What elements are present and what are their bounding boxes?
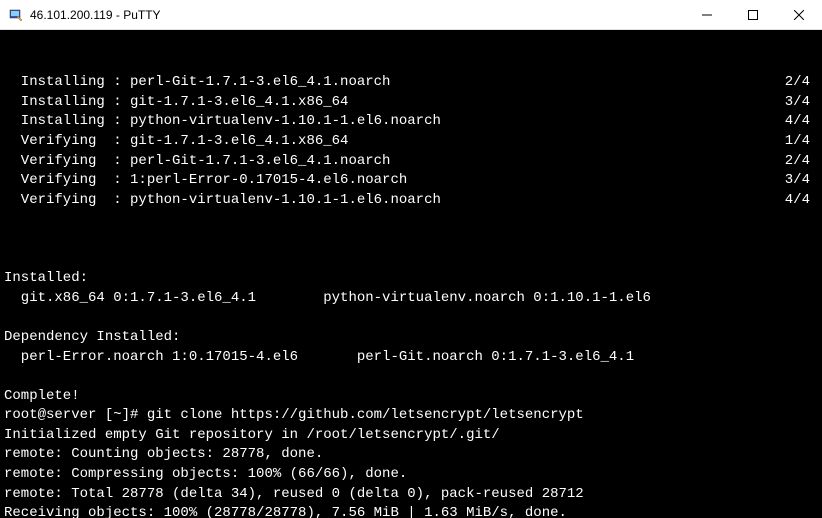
terminal-line: remote: Total 28778 (delta 34), reused 0… [4, 485, 818, 505]
maximize-button[interactable] [730, 0, 776, 29]
terminal-progress: 2/4 [785, 152, 818, 172]
terminal-line: Verifying : perl-Git-1.7.1-3.el6_4.1.noa… [4, 152, 818, 172]
terminal-progress: 1/4 [785, 132, 818, 152]
terminal-text: Verifying : git-1.7.1-3.el6_4.1.x86_64 [4, 132, 348, 152]
terminal-line [4, 250, 818, 270]
terminal-line: git.x86_64 0:1.7.1-3.el6_4.1 python-virt… [4, 289, 818, 309]
terminal-line: Verifying : 1:perl-Error-0.17015-4.el6.n… [4, 171, 818, 191]
terminal-progress: 4/4 [785, 112, 818, 132]
terminal-line: Verifying : python-virtualenv-1.10.1-1.e… [4, 191, 818, 211]
terminal-line: Receiving objects: 100% (28778/28778), 7… [4, 504, 818, 518]
terminal-text: Installing : git-1.7.1-3.el6_4.1.x86_64 [4, 93, 348, 113]
terminal-line: Dependency Installed: [4, 328, 818, 348]
terminal-line: Complete! [4, 387, 818, 407]
terminal-line: Verifying : git-1.7.1-3.el6_4.1.x86_64 1/… [4, 132, 818, 152]
terminal-progress: 3/4 [785, 93, 818, 113]
titlebar: 46.101.200.119 - PuTTY [0, 0, 822, 30]
terminal-progress: 2/4 [785, 73, 818, 93]
terminal-line: Installed: [4, 269, 818, 289]
terminal-progress: 3/4 [785, 171, 818, 191]
terminal-text: Verifying : perl-Git-1.7.1-3.el6_4.1.noa… [4, 152, 390, 172]
window-controls [684, 0, 822, 29]
terminal-line: Initialized empty Git repository in /roo… [4, 426, 818, 446]
terminal-text: Verifying : python-virtualenv-1.10.1-1.e… [4, 191, 441, 211]
terminal-line: Installing : git-1.7.1-3.el6_4.1.x86_64 3… [4, 93, 818, 113]
close-button[interactable] [776, 0, 822, 29]
terminal[interactable]: Installing : perl-Git-1.7.1-3.el6_4.1.no… [0, 30, 822, 518]
minimize-button[interactable] [684, 0, 730, 29]
terminal-line: perl-Error.noarch 1:0.17015-4.el6 perl-G… [4, 348, 818, 368]
terminal-line: root@server [~]# git clone https://githu… [4, 406, 818, 426]
terminal-line: remote: Counting objects: 28778, done. [4, 445, 818, 465]
terminal-text: Installing : python-virtualenv-1.10.1-1.… [4, 112, 441, 132]
terminal-line [4, 308, 818, 328]
terminal-progress: 4/4 [785, 191, 818, 211]
terminal-line [4, 367, 818, 387]
terminal-line: Installing : python-virtualenv-1.10.1-1.… [4, 112, 818, 132]
window-title: 46.101.200.119 - PuTTY [30, 8, 684, 22]
terminal-text: Installing : perl-Git-1.7.1-3.el6_4.1.no… [4, 73, 390, 93]
terminal-line: remote: Compressing objects: 100% (66/66… [4, 465, 818, 485]
putty-icon [8, 7, 24, 23]
terminal-line: Installing : perl-Git-1.7.1-3.el6_4.1.no… [4, 73, 818, 93]
terminal-text: Verifying : 1:perl-Error-0.17015-4.el6.n… [4, 171, 407, 191]
